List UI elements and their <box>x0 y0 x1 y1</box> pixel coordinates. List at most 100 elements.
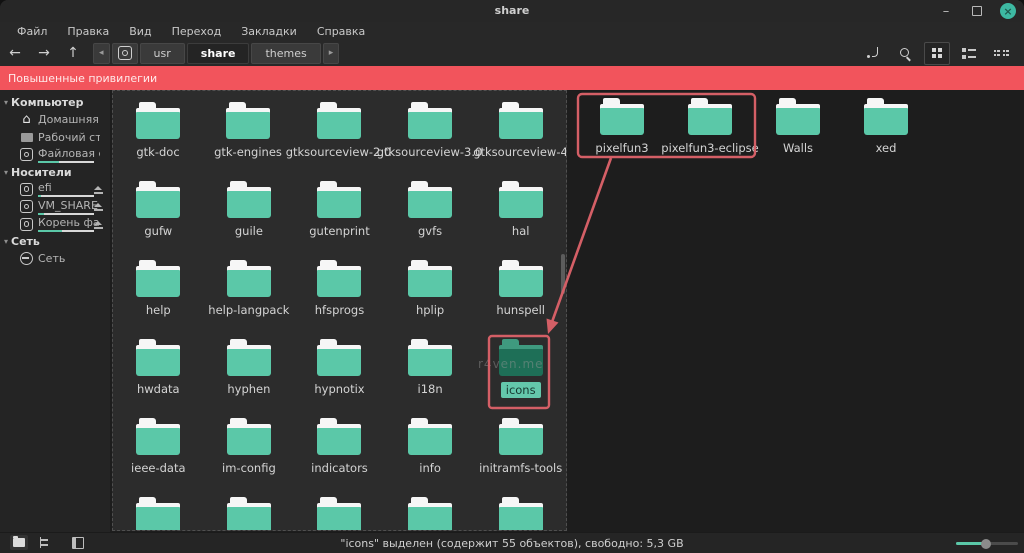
list-view-button[interactable] <box>956 42 982 65</box>
menu-item-2[interactable]: Вид <box>120 23 160 40</box>
filesystem-icon <box>118 46 132 60</box>
places-sidebar-button[interactable] <box>10 535 28 550</box>
network-icon <box>20 252 33 265</box>
folder-icon-front <box>136 507 180 531</box>
up-button[interactable]: ↑ <box>59 43 87 63</box>
treeview-sidebar-button[interactable] <box>37 535 55 550</box>
folder-item[interactable] <box>475 497 566 531</box>
folder-icon <box>407 497 453 531</box>
folder-item-hypnotix[interactable]: hypnotix <box>294 339 385 418</box>
folder-item-initramfs-tools[interactable]: initramfs-tools <box>475 418 566 497</box>
sidebar-item-Корень-файл-[interactable]: Корень файл... <box>0 216 110 234</box>
home-icon: ⌂ <box>22 115 30 125</box>
grid-view-icon <box>932 48 942 58</box>
breadcrumb-root-button[interactable] <box>112 43 138 64</box>
breadcrumb-crumb-share[interactable]: share <box>187 43 250 64</box>
folder-item-i18n[interactable]: i18n <box>385 339 476 418</box>
zoom-slider-knob[interactable] <box>981 539 991 549</box>
folder-icon-front <box>864 108 908 135</box>
folder-item-guile[interactable]: guile <box>204 181 295 260</box>
menu-item-4[interactable]: Закладки <box>232 23 306 40</box>
hide-sidebar-button[interactable] <box>69 535 87 550</box>
titlebar[interactable]: share – × <box>0 0 1024 22</box>
menu-item-3[interactable]: Переход <box>163 23 231 40</box>
folder-item-help-langpack[interactable]: help-langpack <box>204 260 295 339</box>
folder-item-icons[interactable]: icons <box>475 339 566 418</box>
folder-label: ieee-data <box>131 461 185 475</box>
maximize-button[interactable] <box>969 3 985 19</box>
menubar: ФайлПравкаВидПереходЗакладкиСправка <box>0 22 1024 40</box>
menu-item-0[interactable]: Файл <box>8 23 56 40</box>
folder-view-panel[interactable]: gtk-docgtk-enginesgtksourceview-2.0gtkso… <box>112 90 567 531</box>
breadcrumb-scroll-right-button[interactable]: ▸ <box>323 43 340 64</box>
folder-item-hfsprogs[interactable]: hfsprogs <box>294 260 385 339</box>
folder-item-hunspell[interactable]: hunspell <box>475 260 566 339</box>
folder-item-hyphen[interactable]: hyphen <box>204 339 295 418</box>
folder-item-hal[interactable]: hal <box>475 181 566 260</box>
toggle-location-entry-button[interactable] <box>860 42 886 65</box>
folder-item-hwdata[interactable]: hwdata <box>113 339 204 418</box>
sidebar-item-Файловая-си-[interactable]: Файловая си... <box>0 146 110 164</box>
folder-item-xed[interactable]: xed <box>842 98 930 155</box>
sidebar-item-Рабочий-стол[interactable]: Рабочий стол <box>0 129 110 147</box>
folder-item-gtksourceview-4[interactable]: gtksourceview-4 <box>475 102 566 181</box>
breadcrumb-scroll-left-button[interactable]: ◂ <box>93 43 110 64</box>
list-view-icon <box>962 48 976 59</box>
sidebar-section-header-0[interactable]: ▾Компьютер <box>0 94 110 111</box>
folder-grid-row: helphelp-langpackhfsprogshpliphunspell <box>113 260 566 339</box>
folder-icon <box>226 181 272 218</box>
breadcrumb-crumb-themes[interactable]: themes <box>251 43 320 64</box>
folder-item[interactable] <box>294 497 385 531</box>
folder-icon-front <box>317 349 361 376</box>
folder-item-Walls[interactable]: Walls <box>754 98 842 155</box>
back-button[interactable]: ← <box>1 43 29 63</box>
folder-label: indicators <box>311 461 368 475</box>
sidebar-section-header-1[interactable]: ▾Носители <box>0 164 110 181</box>
folder-label: gutenprint <box>309 224 369 238</box>
eject-icon[interactable] <box>94 221 103 229</box>
folder-item-help[interactable]: help <box>113 260 204 339</box>
collapse-arrow-icon: ▾ <box>4 237 8 246</box>
folder-item-pixelfun3[interactable]: pixelfun3 <box>578 98 666 155</box>
folder-item-hplip[interactable]: hplip <box>385 260 476 339</box>
folder-item-gtk-engines[interactable]: gtk-engines <box>203 102 293 181</box>
sidebar-section-label: Компьютер <box>11 96 84 109</box>
minimize-button[interactable]: – <box>938 3 954 19</box>
folder-item-gtk-doc[interactable]: gtk-doc <box>113 102 203 181</box>
folder-item-pixelfun3-eclipse[interactable]: pixelfun3-eclipse <box>666 98 754 155</box>
folder-item-gvfs[interactable]: gvfs <box>385 181 476 260</box>
folder-item[interactable] <box>385 497 476 531</box>
scrollbar-thumb[interactable] <box>561 254 565 294</box>
folder-item-info[interactable]: info <box>385 418 476 497</box>
folder-item[interactable] <box>113 497 204 531</box>
watermark-text: r4ven.me <box>478 357 544 371</box>
compact-view-button[interactable] <box>988 42 1014 65</box>
drive-icon <box>20 183 33 196</box>
folder-label: initramfs-tools <box>479 461 562 475</box>
eject-icon[interactable] <box>94 186 103 194</box>
sidebar-section-label: Носители <box>11 166 72 179</box>
folder-item-im-config[interactable]: im-config <box>204 418 295 497</box>
sidebar-item-VM_SHARE[interactable]: VM_SHARE <box>0 198 110 216</box>
sidebar-item-efi[interactable]: efi <box>0 181 110 199</box>
icon-view-button[interactable] <box>924 42 950 65</box>
zoom-slider[interactable] <box>956 542 1018 545</box>
folder-item-gufw[interactable]: gufw <box>113 181 204 260</box>
forward-button[interactable]: → <box>30 43 58 63</box>
sidebar-item-Домашняя-п-[interactable]: ⌂Домашняя п... <box>0 111 110 129</box>
folder-item-gtksourceview-2.0[interactable]: gtksourceview-2.0 <box>293 102 384 181</box>
close-button[interactable]: × <box>1000 3 1016 19</box>
eject-icon[interactable] <box>94 203 103 211</box>
folder-icon <box>225 102 271 139</box>
folder-item-indicators[interactable]: indicators <box>294 418 385 497</box>
folder-item-gutenprint[interactable]: gutenprint <box>294 181 385 260</box>
menu-item-1[interactable]: Правка <box>58 23 118 40</box>
search-button[interactable] <box>892 42 918 65</box>
menu-item-5[interactable]: Справка <box>308 23 374 40</box>
folder-item-gtksourceview-3.0[interactable]: gtksourceview-3.0 <box>384 102 475 181</box>
folder-item-ieee-data[interactable]: ieee-data <box>113 418 204 497</box>
sidebar-item-Сеть[interactable]: Сеть <box>0 250 110 268</box>
folder-item[interactable] <box>204 497 295 531</box>
breadcrumb-crumb-usr[interactable]: usr <box>140 43 185 64</box>
sidebar-section-header-2[interactable]: ▾Сеть <box>0 233 110 250</box>
